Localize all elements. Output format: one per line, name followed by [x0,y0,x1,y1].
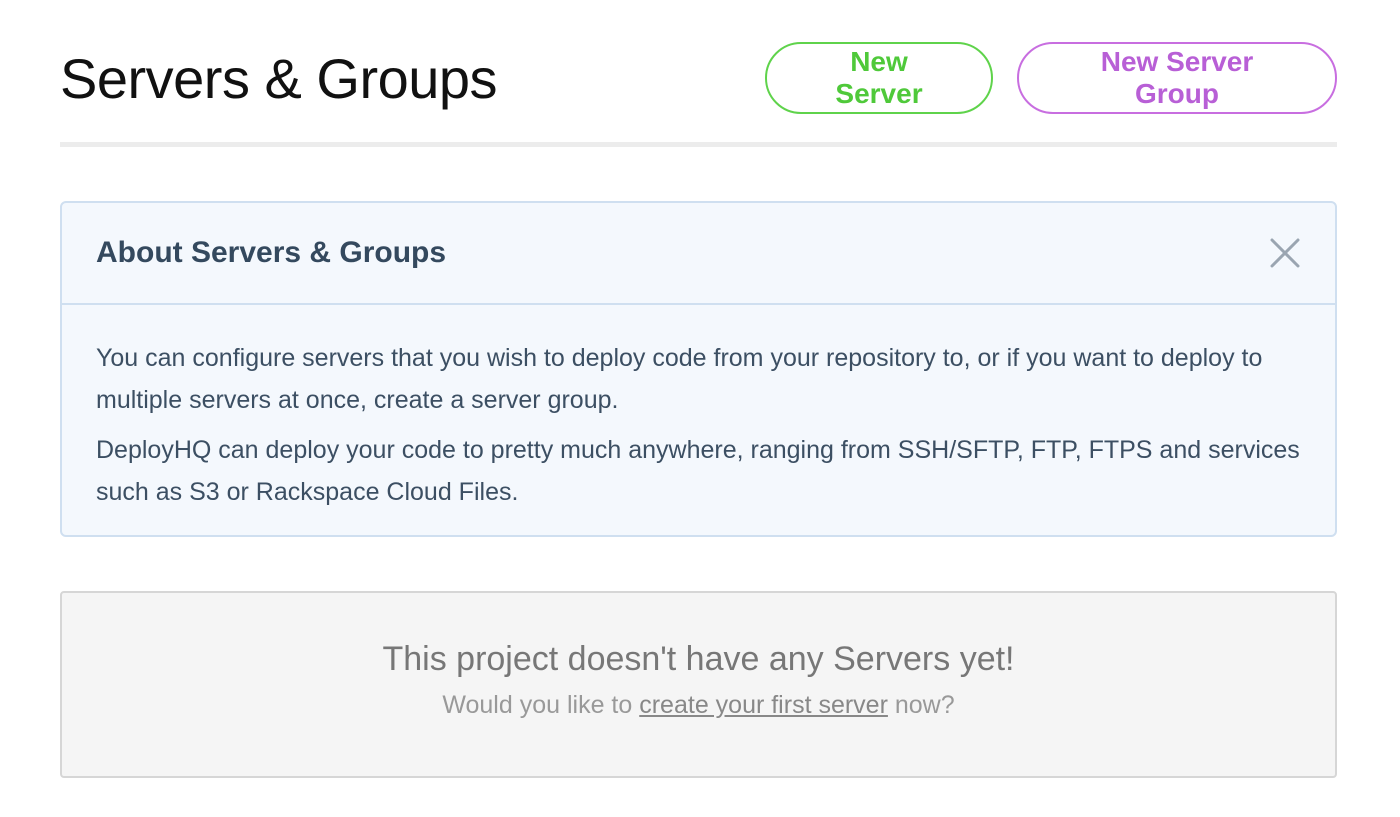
info-panel-body: You can configure servers that you wish … [62,305,1335,513]
empty-state-title: This project doesn't have any Servers ye… [382,639,1015,678]
close-icon[interactable] [1269,237,1301,269]
page-title: Servers & Groups [60,46,498,110]
info-paragraph: DeployHQ can deploy your code to pretty … [96,436,1300,506]
about-info-panel: About Servers & Groups You can configure… [60,201,1337,537]
empty-state-panel: This project doesn't have any Servers ye… [60,591,1337,778]
new-server-group-button[interactable]: New Server Group [1017,42,1337,114]
page-header: Servers & Groups New Server New Server G… [60,40,1337,116]
header-divider [60,142,1337,147]
empty-state-suffix: now? [887,690,955,719]
info-panel-header: About Servers & Groups [62,203,1335,305]
info-paragraph: You can configure servers that you wish … [96,344,1263,414]
create-first-server-link[interactable]: create your first server [639,691,888,719]
page: Servers & Groups New Server New Server G… [0,0,1400,817]
header-actions: New Server New Server Group [765,42,1337,114]
new-server-button[interactable]: New Server [765,42,993,114]
empty-state-prefix: Would you like to [442,690,640,719]
empty-state-subtitle: Would you like to create your first serv… [442,691,954,720]
info-panel-title: About Servers & Groups [96,236,447,269]
